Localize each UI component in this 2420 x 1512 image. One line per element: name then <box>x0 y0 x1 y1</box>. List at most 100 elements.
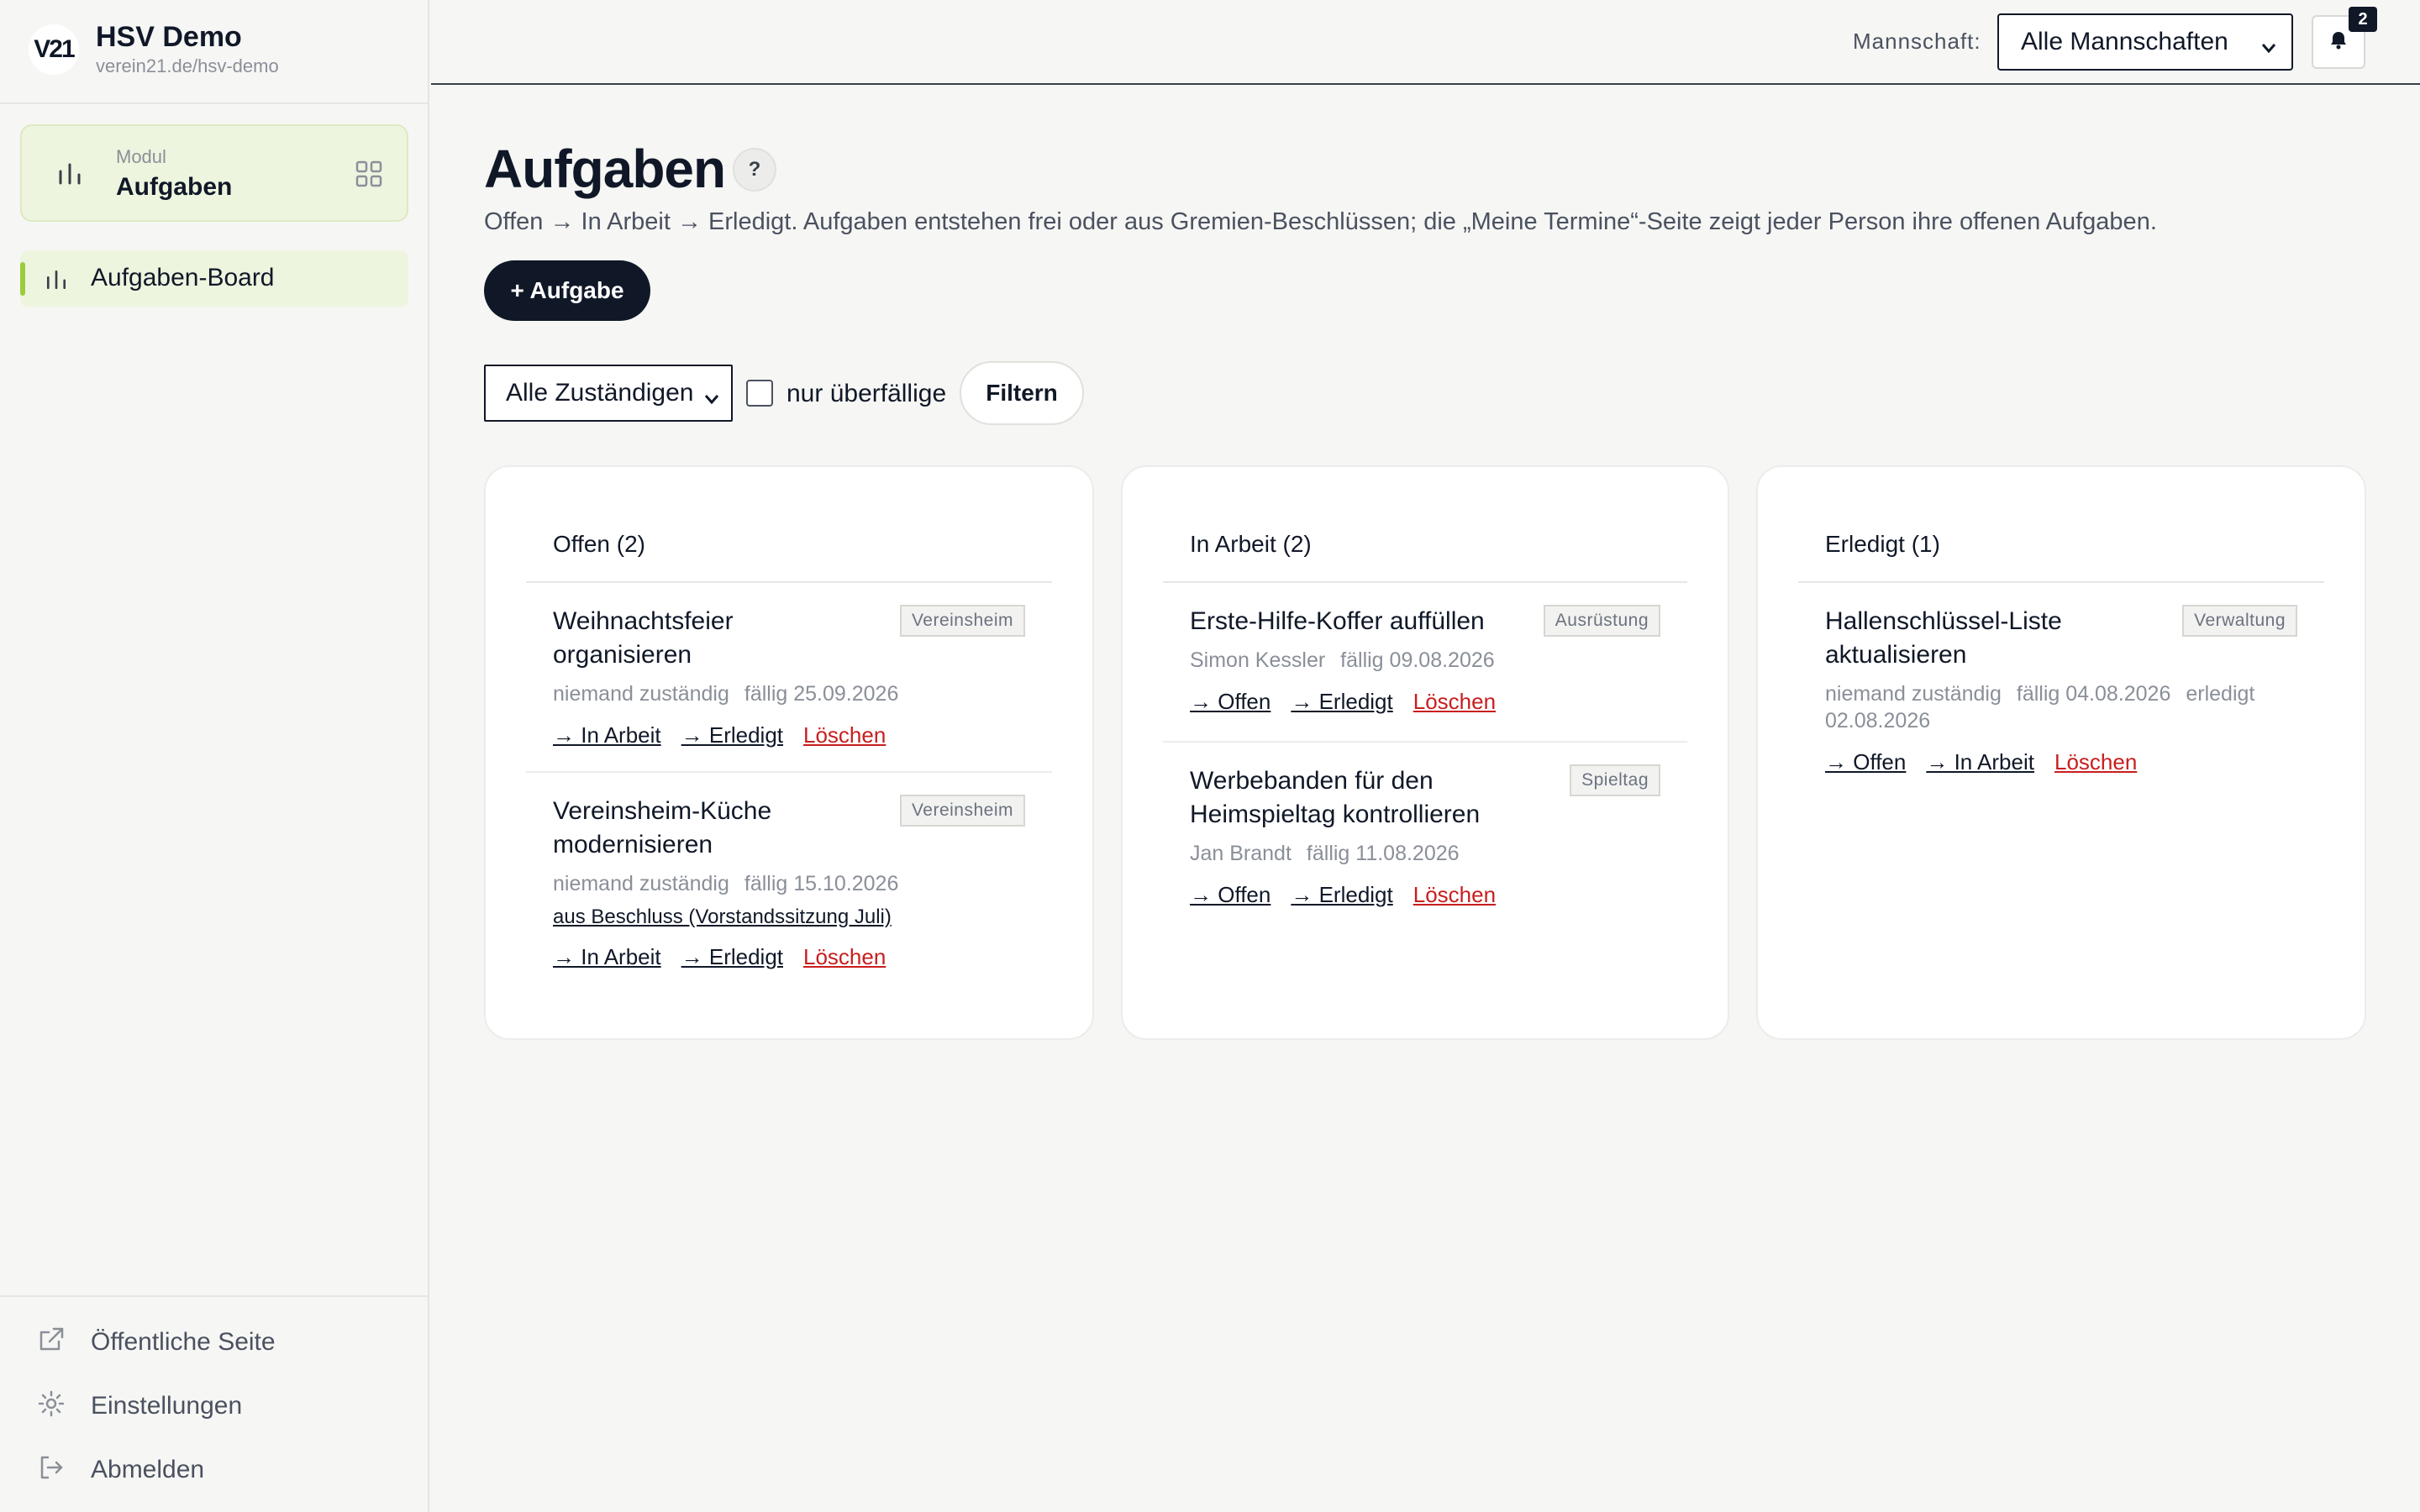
column-divider <box>526 581 1052 583</box>
delete-task-link[interactable]: Löschen <box>1413 882 1496 908</box>
public-page-label: Öffentliche Seite <box>91 1327 276 1356</box>
delete-task-link[interactable]: Löschen <box>1413 689 1496 715</box>
add-task-button[interactable]: + Aufgabe <box>484 260 650 321</box>
task-source-link[interactable]: aus Beschluss (Vorstandssitzung Juli) <box>553 906 1025 929</box>
task-actions: → Offen → Erledigt Löschen <box>1190 689 1660 715</box>
move-in-progress-link[interactable]: → In Arbeit <box>553 722 661 748</box>
task-card: Vereinsheim-Küche modernisieren Vereinsh… <box>553 795 1025 970</box>
grid-icon[interactable] <box>355 160 383 192</box>
column-divider <box>1163 581 1687 583</box>
move-open-link[interactable]: → Offen <box>1825 749 1906 775</box>
move-in-progress-link[interactable]: → In Arbeit <box>553 944 661 970</box>
column-header: Offen (2) <box>553 531 645 557</box>
active-indicator <box>20 262 25 296</box>
move-open-link[interactable]: → Offen <box>1190 882 1270 908</box>
logout-label: Abmelden <box>91 1455 205 1483</box>
task-actions: → Offen → In Arbeit Löschen <box>1825 749 2297 775</box>
task-due: fällig 09.08.2026 <box>1340 648 1495 672</box>
external-link-icon <box>37 1326 66 1358</box>
move-done-link[interactable]: → Erledigt <box>681 722 783 748</box>
notification-count-badge: 2 <box>2349 7 2377 32</box>
task-due: fällig 11.08.2026 <box>1306 842 1460 865</box>
task-assignee: Jan Brandt <box>1190 842 1292 865</box>
topbar: Mannschaft: Alle Mannschaften 2 <box>431 0 2420 85</box>
task-assignee: niemand zuständig <box>553 682 729 706</box>
column-divider <box>1798 581 2324 583</box>
task-title: Werbebanden für den Heimspieltag kontrol… <box>1190 767 1481 828</box>
sidebar: V21 HSV Demo verein21.de/hsv-demo Modul … <box>0 0 429 1512</box>
column-header: Erledigt (1) <box>1825 531 1940 557</box>
move-done-link[interactable]: → Erledigt <box>1291 689 1392 715</box>
team-label: Mannschaft: <box>1853 29 1981 54</box>
task-actions: → In Arbeit → Erledigt Löschen <box>553 944 1025 970</box>
task-tag: Ausrüstung <box>1543 605 1660 637</box>
move-done-link[interactable]: → Erledigt <box>1291 882 1392 908</box>
delete-task-link[interactable]: Löschen <box>803 722 886 748</box>
brand[interactable]: V21 HSV Demo verein21.de/hsv-demo <box>29 20 279 79</box>
logout-icon <box>37 1453 66 1486</box>
task-assignee: niemand zuständig <box>553 872 729 895</box>
logout-link[interactable]: Abmelden <box>37 1453 204 1486</box>
task-due: fällig 15.10.2026 <box>744 872 899 895</box>
task-meta: Simon Kessler fällig 09.08.2026 <box>1190 647 1660 674</box>
task-tag: Vereinsheim <box>899 605 1025 637</box>
bell-icon <box>2328 29 2349 55</box>
sun-gear-icon <box>37 1389 66 1422</box>
task-divider <box>526 771 1052 773</box>
help-button[interactable]: ? <box>733 148 776 192</box>
task-title: Weihnachtsfeier organisieren <box>553 607 734 669</box>
task-due: fällig 25.09.2026 <box>744 682 899 706</box>
task-assignee: niemand zuständig <box>1825 682 2002 706</box>
task-meta: niemand zuständig fällig 04.08.2026 erledi… <box>1825 680 2297 734</box>
assignee-filter-select[interactable]: Alle Zuständigen <box>484 365 733 422</box>
brand-url: verein21.de/hsv-demo <box>96 55 279 76</box>
column-offen: Offen (2) Weihnachtsfeier organisieren V… <box>484 465 1094 1040</box>
sidebar-item-label: Aufgaben-Board <box>91 264 275 291</box>
column-in-arbeit: In Arbeit (2) Erste-Hilfe-Koffer auffüll… <box>1121 465 1729 1040</box>
page-title: Aufgaben <box>484 139 726 199</box>
brand-text: HSV Demo verein21.de/hsv-demo <box>96 20 279 79</box>
task-meta: niemand zuständig fällig 15.10.2026 <box>553 870 1025 897</box>
public-page-link[interactable]: Öffentliche Seite <box>37 1326 276 1358</box>
team-select-value: Alle Mannschaften <box>2021 28 2228 55</box>
task-tag: Vereinsheim <box>899 795 1025 827</box>
settings-link[interactable]: Einstellungen <box>37 1389 242 1422</box>
assignee-filter-value: Alle Zuständigen <box>506 379 694 407</box>
move-in-progress-link[interactable]: → In Arbeit <box>1926 749 2034 775</box>
overdue-checkbox[interactable] <box>746 380 773 407</box>
task-card: Hallenschlüssel-Liste aktualisieren Verw… <box>1825 605 2297 775</box>
column-erledigt: Erledigt (1) Hallenschlüssel-Liste aktua… <box>1756 465 2366 1040</box>
task-actions: → In Arbeit → Erledigt Löschen <box>553 722 1025 748</box>
module-switcher[interactable]: Modul Aufgaben <box>20 124 408 222</box>
task-divider <box>1163 741 1687 743</box>
delete-task-link[interactable]: Löschen <box>803 944 886 970</box>
filter-button[interactable]: Filtern <box>960 361 1084 425</box>
task-meta: Jan Brandt fällig 11.08.2026 <box>1190 840 1660 867</box>
bar-chart-icon <box>55 160 84 192</box>
settings-label: Einstellungen <box>91 1391 243 1420</box>
delete-task-link[interactable]: Löschen <box>2054 749 2137 775</box>
team-select[interactable]: Alle Mannschaften <box>1997 13 2293 71</box>
task-title: Hallenschlüssel-Liste aktualisieren <box>1825 607 2062 669</box>
overdue-label[interactable]: nur überfällige <box>786 380 946 408</box>
page-description: Offen → In Arbeit → Erledigt. Aufgaben e… <box>484 208 2157 235</box>
task-card: Weihnachtsfeier organisieren Vereinsheim… <box>553 605 1025 748</box>
move-done-link[interactable]: → Erledigt <box>681 944 783 970</box>
column-header: In Arbeit (2) <box>1190 531 1312 557</box>
task-title: Vereinsheim-Küche modernisieren <box>553 797 772 858</box>
task-actions: → Offen → Erledigt Löschen <box>1190 882 1660 908</box>
move-open-link[interactable]: → Offen <box>1190 689 1270 715</box>
task-card: Erste-Hilfe-Koffer auffüllen Ausrüstung … <box>1190 605 1660 715</box>
sidebar-item-aufgaben-board[interactable]: Aufgaben-Board <box>20 250 408 307</box>
task-assignee: Simon Kessler <box>1190 648 1326 672</box>
chevron-down-icon <box>702 386 721 415</box>
module-title: Aufgaben <box>116 173 233 201</box>
sidebar-bottom-divider <box>0 1295 429 1297</box>
sidebar-divider <box>0 102 429 104</box>
bar-chart-icon <box>44 267 69 297</box>
brand-name: HSV Demo <box>96 21 242 53</box>
module-caption: Modul <box>116 146 166 167</box>
task-title: Erste-Hilfe-Koffer auffüllen <box>1190 607 1485 635</box>
task-meta: niemand zuständig fällig 25.09.2026 <box>553 680 1025 707</box>
chevron-down-icon <box>2260 35 2278 64</box>
